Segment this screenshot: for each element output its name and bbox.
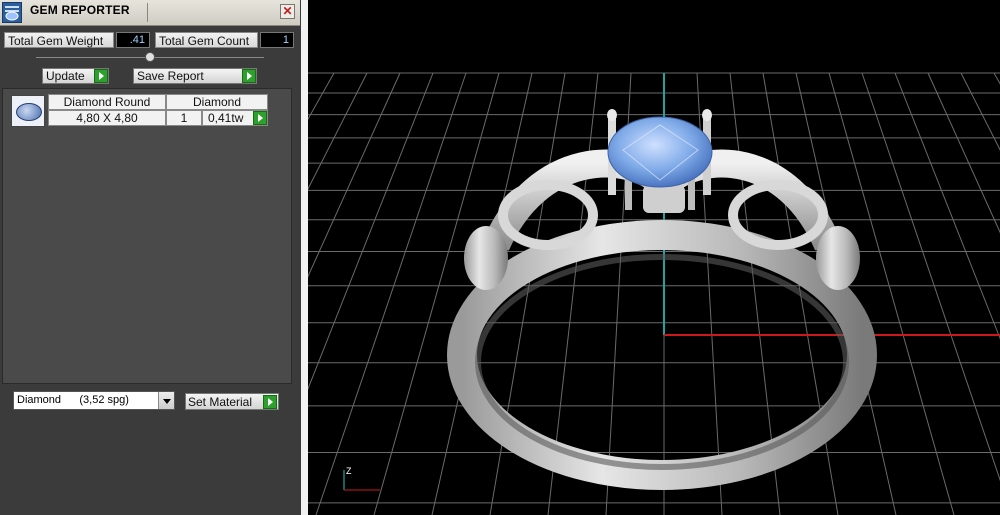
ring-model <box>447 109 877 490</box>
close-icon[interactable]: ✕ <box>280 4 295 19</box>
gem-reporter-panel: GEM REPORTER ✕ Total Gem Weight .41 Tota… <box>0 0 301 515</box>
chevron-down-icon[interactable] <box>158 392 174 409</box>
material-select-value: Diamond (3,52 spg) <box>17 394 129 406</box>
save-report-button[interactable]: Save Report <box>133 68 257 84</box>
total-gem-weight-value: .41 <box>116 32 150 48</box>
set-material-button-label: Set Material <box>188 395 253 409</box>
gem-count-cell: 1 <box>166 110 202 126</box>
gem-weight-value: 0,41tw <box>208 111 244 125</box>
gem-thumbnail <box>11 95 45 127</box>
update-button[interactable]: Update <box>42 68 109 84</box>
panel-separator[interactable] <box>301 0 308 515</box>
round-diamond-gem <box>607 116 713 188</box>
gem-size-cell: 4,80 X 4,80 <box>48 110 166 126</box>
material-select[interactable]: Diamond (3,52 spg) <box>13 391 175 410</box>
set-material-button[interactable]: Set Material <box>185 393 279 410</box>
update-button-label: Update <box>46 69 85 83</box>
3d-viewport[interactable]: Z <box>308 0 1000 515</box>
grid-line <box>960 72 1000 151</box>
grid-line <box>308 72 401 278</box>
window-title: GEM REPORTER <box>30 3 130 17</box>
gem-material-cell: Diamond <box>166 94 268 110</box>
play-icon <box>242 69 256 83</box>
splitter-handle[interactable] <box>145 52 155 62</box>
total-gem-count-label: Total Gem Count <box>155 32 258 48</box>
save-report-button-label: Save Report <box>137 69 204 83</box>
z-axis-label: Z <box>346 466 352 476</box>
grid-line <box>894 72 1000 340</box>
gem-list[interactable]: Diamond Round Diamond 4,80 X 4,80 1 0,41… <box>2 88 292 384</box>
title-divider <box>147 3 148 22</box>
round-gem-icon <box>16 103 42 121</box>
play-icon[interactable] <box>253 111 267 125</box>
total-gem-weight-label: Total Gem Weight <box>4 32 114 48</box>
viewport-canvas[interactable]: Z <box>308 0 1000 515</box>
grid-line <box>308 72 335 120</box>
gem-weight-cell[interactable]: 0,41tw <box>202 110 268 126</box>
play-icon <box>94 69 108 83</box>
grid-line <box>315 72 467 515</box>
grid-line <box>308 72 368 191</box>
title-bar[interactable]: GEM REPORTER ✕ <box>0 0 300 26</box>
gem-shape-cell: Diamond Round <box>48 94 166 110</box>
axis-triad: Z <box>343 466 380 491</box>
gem-reporter-app-icon <box>2 2 22 23</box>
play-icon <box>263 395 277 409</box>
grid-line <box>861 72 1000 482</box>
total-gem-count-value: 1 <box>260 32 294 48</box>
